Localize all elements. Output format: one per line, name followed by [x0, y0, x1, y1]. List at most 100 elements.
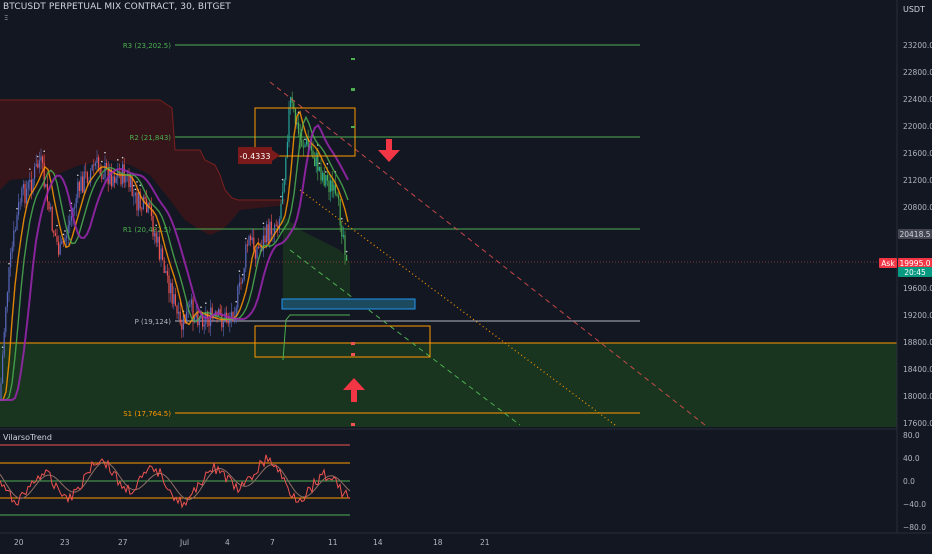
candle-body [242, 279, 244, 284]
candle-body [112, 176, 114, 187]
signal-dot [241, 273, 244, 276]
signal-dot [117, 159, 119, 161]
pivot-label: R1 (20,482.5) [123, 226, 171, 234]
candle-body [344, 235, 346, 255]
candle-body [54, 233, 56, 237]
candle-body [258, 247, 260, 249]
signal-dot [345, 250, 348, 253]
candle-body [2, 355, 4, 384]
candle-body [326, 175, 328, 181]
symbol-title[interactable]: BTCUSDT PERPETUAL MIX CONTRACT, 30, BITG… [3, 2, 231, 12]
candle-body [341, 225, 343, 237]
candle-body [346, 254, 348, 261]
candle-body [74, 207, 76, 209]
candle-body [237, 286, 239, 308]
chart-root[interactable]: R3 (23,202.5) R2 (21,843) R1 (20,482.5) P (… [0, 0, 932, 550]
marker [351, 342, 355, 345]
candle-body [40, 156, 42, 161]
candle-body [173, 294, 175, 304]
signal-dot [262, 222, 265, 225]
candle-body [168, 275, 170, 294]
candle-body [320, 166, 322, 181]
pivot-label: R2 (21,843) [130, 134, 172, 142]
candle-body [77, 181, 79, 199]
candle-body [34, 166, 36, 179]
fvg-box[interactable] [281, 298, 416, 310]
signal-dot [205, 302, 207, 304]
candle-body [14, 229, 16, 231]
candle-body [270, 221, 272, 235]
signal-dot [121, 156, 124, 159]
callout-text: -0.4333 [240, 152, 271, 161]
candle-body [5, 307, 7, 333]
candle-body [162, 248, 164, 261]
candle-body [98, 157, 100, 169]
price-tick: 22000.0 [903, 122, 932, 131]
candle-body [16, 215, 18, 230]
candle-body [290, 97, 292, 107]
time-tick: 23 [60, 538, 70, 547]
signal-dot [318, 162, 321, 165]
signal-dot [280, 195, 282, 198]
price-tick: 20800.0 [903, 203, 932, 212]
signal-dot [155, 224, 157, 227]
candle-body [141, 208, 143, 210]
candle-body [45, 183, 47, 187]
candle-body [125, 176, 127, 183]
candle-body [275, 224, 277, 226]
candle-body [80, 176, 82, 191]
price-chart[interactable]: R3 (23,202.5) R2 (21,843) R1 (20,482.5) P (… [0, 0, 932, 550]
candle-body [158, 236, 160, 260]
candle-body [69, 220, 71, 226]
candle-body [75, 198, 77, 208]
candle-body [114, 176, 116, 183]
candle-body [302, 146, 304, 148]
candle-body [323, 172, 325, 186]
candle-body [59, 244, 61, 255]
marker [351, 58, 355, 60]
candle-body [280, 203, 282, 219]
candle-body [13, 230, 15, 247]
signal-dot [281, 178, 284, 181]
price-tick: 18400.0 [903, 365, 932, 374]
price-tick: 17600.0 [903, 419, 932, 428]
candle-body [134, 192, 136, 196]
candle-body [333, 184, 335, 191]
candle-body [83, 171, 85, 193]
signal-dot [8, 262, 10, 265]
marker [351, 423, 355, 426]
candle-body [152, 216, 154, 237]
candle-body [10, 252, 12, 268]
signal-dot [16, 207, 18, 210]
price-tick: 18000.0 [903, 392, 932, 401]
candle-body [227, 321, 229, 324]
candle-body [96, 157, 98, 163]
price-tick: 22400.0 [903, 95, 932, 104]
candle-body [8, 267, 10, 293]
candle-body [218, 309, 220, 316]
candle-body [259, 246, 261, 248]
candle-body [163, 260, 165, 273]
candle-body [144, 196, 146, 200]
indicator-title[interactable]: VilarsoTrend [3, 433, 52, 442]
signal-dot [104, 151, 106, 154]
signal-dot [56, 224, 58, 227]
candle-body [315, 152, 317, 167]
candle-body [246, 244, 248, 246]
candle-body [170, 282, 172, 294]
candle-body [269, 221, 271, 242]
candle-body [0, 383, 2, 400]
candle-body [221, 315, 223, 328]
osc-tick: 80.0 [903, 431, 920, 440]
candle-body [179, 311, 181, 324]
candle-body [102, 177, 104, 179]
signal-dot [64, 230, 66, 232]
candle-body [19, 202, 21, 204]
osc-tick: 40.0 [903, 454, 920, 463]
candle-body [267, 224, 269, 242]
signal-dot [69, 209, 71, 212]
collapse-icon[interactable]: Ξ [4, 14, 8, 22]
candle-body [301, 139, 303, 147]
signal-dot [235, 300, 237, 303]
candle-body [176, 305, 178, 314]
